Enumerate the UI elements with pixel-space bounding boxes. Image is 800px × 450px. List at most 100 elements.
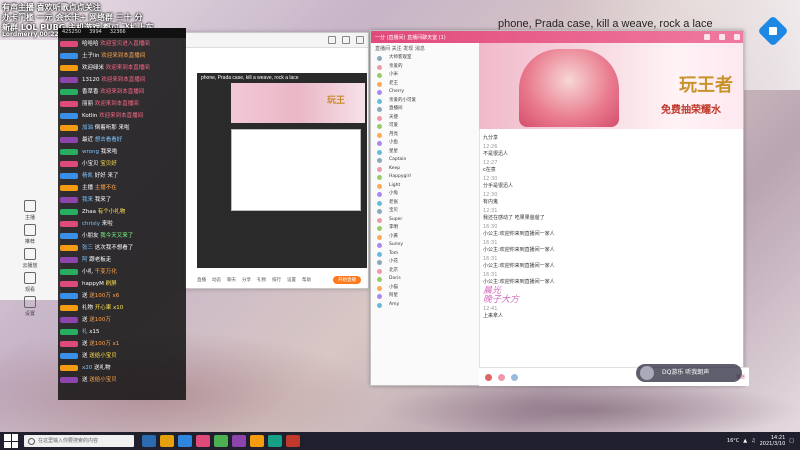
chat-username[interactable]: x20 [82,365,92,371]
chat-username[interactable]: happyM [82,281,104,287]
chat-username[interactable]: 土子lin [82,53,100,59]
sidebar-item-watch[interactable]: 观看 [6,272,54,293]
stream-app-icon[interactable] [232,435,246,447]
chat-username[interactable]: Kotlin [82,113,97,119]
chat-username[interactable]: 送 [82,341,88,347]
room-list-item[interactable]: 可爱 [371,122,479,131]
room-list-item[interactable]: Cherry [371,88,479,97]
volume-icon[interactable]: ♫ [751,438,755,444]
toolbar-help[interactable]: 帮助 [302,277,311,283]
room-list-item[interactable]: Amy [371,301,479,310]
wechat-icon[interactable] [268,435,282,447]
room-list-item[interactable]: Light [371,182,479,191]
chat-username[interactable]: 礼 [82,329,88,335]
chat-username[interactable]: wrong [82,149,99,155]
sidebar-item-settings[interactable]: 设置 [6,296,54,317]
promo-banner[interactable]: 玩王者 免费抽荣耀水 [479,43,743,129]
chat-username[interactable]: 小宝贝 [82,161,99,167]
maximize-icon[interactable] [342,36,350,44]
room-list-item[interactable]: Tom [371,250,479,259]
room-list-item[interactable]: 星星 [371,148,479,157]
chat-username[interactable]: 哈哈哈 [82,41,99,47]
gift-icon[interactable] [498,373,505,381]
taskbar-search-input[interactable]: 在这里输入你要搜索的内容 [24,435,134,447]
room-list-item[interactable]: 老张 [371,199,479,208]
room-list-item[interactable]: 小米 [371,71,479,80]
room-list-item[interactable]: 李明 [371,224,479,233]
chat-username[interactable]: 送 [82,353,88,359]
start-menu-icon[interactable] [4,434,18,448]
room-list-item[interactable]: 亲爱的小可爱 [371,97,479,106]
browser-icon[interactable] [178,435,192,447]
chat-username[interactable]: 主播 [82,185,93,191]
chat-username[interactable]: chrisly [82,221,100,227]
room-tab-discover[interactable]: 发现 [403,46,413,52]
room-list-item[interactable]: 阿星 [371,292,479,301]
chat-username[interactable]: 张三 [82,245,93,251]
room-list-item[interactable]: 小鱼 [371,139,479,148]
notification-icon[interactable]: □ [789,438,794,444]
chat-username[interactable]: 礼物 [82,305,93,311]
network-icon[interactable]: ▲ [743,438,747,444]
room-list-item[interactable]: 大师客观室 [371,54,479,63]
chat-username[interactable]: 送 [82,293,88,299]
room-list-item[interactable]: 老王 [371,80,479,89]
room-list-item[interactable]: Super [371,216,479,225]
close-icon[interactable] [356,36,364,44]
room-list-item[interactable]: 小花 [371,258,479,267]
toolbar-settings[interactable]: 设置 [287,277,296,283]
chat-username[interactable]: Zhaa [82,209,96,215]
room-list-item[interactable]: Captain [371,156,479,165]
chat-username[interactable]: 杨凯 [82,173,93,179]
minimize-icon[interactable] [328,36,336,44]
room-tab-follow[interactable]: 关注 [392,46,402,52]
chat-username[interactable]: 小朋友 [82,233,99,239]
toolbar-feed[interactable]: 动态 [212,277,221,283]
room-tab-live[interactable]: 直播间 [375,46,390,52]
chat-username[interactable]: 送 [82,317,88,323]
music-app-icon[interactable] [214,435,228,447]
chat-username[interactable]: 小礼 [82,269,93,275]
minimize-icon[interactable] [704,34,710,40]
maximize-icon[interactable] [719,34,725,40]
chat-username[interactable]: 丽丽 [82,101,93,107]
room-list-item[interactable]: 小猫 [371,284,479,293]
room-list-item[interactable]: 小黄 [371,233,479,242]
taskview-icon[interactable] [142,435,156,447]
room-list-item[interactable]: 月亮 [371,131,479,140]
chat-username[interactable]: 送 [82,377,88,383]
chat-username[interactable]: 最近 [82,137,93,143]
room-list-item[interactable]: 宝贝 [371,207,479,216]
toolbar-share[interactable]: 分享 [242,277,251,283]
room-list-item[interactable]: Doris [371,275,479,284]
chat-username[interactable]: 阿 [82,257,88,263]
chat-username[interactable]: 香草香 [82,89,99,95]
chat-app-icon[interactable] [196,435,210,447]
weather-indicator[interactable]: 16°C [727,438,739,444]
room-tab-messages[interactable]: 消息 [415,46,425,52]
start-live-button[interactable]: 开始直播 [333,276,361,284]
chat-username[interactable]: 我来 [82,197,93,203]
chat-username[interactable]: 欢迎绿米 [82,65,104,71]
emoji-icon[interactable] [485,373,492,381]
game-app-icon[interactable] [250,435,264,447]
toolbar-gift[interactable]: 礼物 [257,277,266,283]
file-explorer-icon[interactable] [160,435,174,447]
chat-username[interactable]: 13120 [82,77,100,83]
room-list-item[interactable]: Keep [371,165,479,174]
room-list-item[interactable]: Happygirl [371,173,479,182]
sidebar-item-cloud[interactable]: 云播放 [6,248,54,269]
room-list-item[interactable]: 天使 [371,114,479,123]
room-list-item[interactable]: Sunny [371,241,479,250]
toolbar-live[interactable]: 直播 [197,277,206,283]
close-icon[interactable] [734,34,740,40]
sidebar-item-anchor[interactable]: 主播 [6,200,54,221]
sidebar-item-recommend[interactable]: 推荐 [6,224,54,245]
room-list-item[interactable]: 北京 [371,267,479,276]
media-app-icon[interactable] [286,435,300,447]
room-list-item[interactable]: 小兔 [371,190,479,199]
dq-floating-badge[interactable]: DQ游乐 听我朗声 [636,364,742,382]
room-list-item[interactable]: 直播间 [371,105,479,114]
room-list-item[interactable]: 亲爱的 [371,63,479,72]
image-icon[interactable] [511,373,518,381]
